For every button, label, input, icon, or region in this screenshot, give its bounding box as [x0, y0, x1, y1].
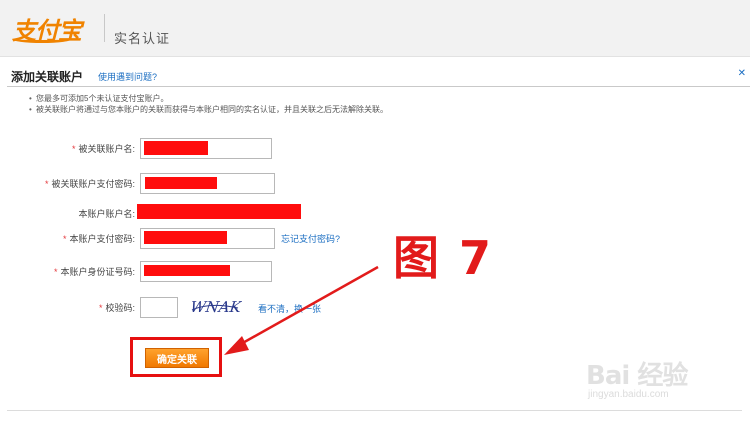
close-icon[interactable]: ✕ [738, 68, 746, 79]
field-row-linked-account-password: * 被关联账户支付密码: [0, 173, 743, 195]
captcha-image: WNAK [190, 298, 242, 316]
notes-list: 您最多可添加5个未认证支付宝账户。 被关联账户将通过与您本账户的关联而获得与本账… [29, 93, 729, 115]
redaction-mark [145, 177, 217, 189]
field-row-id-number: * 本账户身份证号码: [0, 261, 743, 283]
note-item: 您最多可添加5个未认证支付宝账户。 [29, 93, 729, 104]
note-item: 被关联账户将通过与您本账户的关联而获得与本账户相同的实名认证，并且关联之后无法解… [29, 104, 729, 115]
watermark-main: Bai 经验 [586, 361, 688, 391]
field-label: * 被关联账户名: [71, 144, 135, 154]
forgot-password-link[interactable]: 忘记支付密码? [281, 232, 340, 245]
logo-swoosh [12, 35, 72, 43]
header-divider [104, 14, 105, 42]
field-row-own-account-password: * 本账户支付密码: [0, 228, 743, 250]
submit-highlight-box: 确定关联 [130, 337, 222, 377]
field-label: * 被关联账户支付密码: [44, 179, 135, 189]
help-link[interactable]: 使用遇到问题? [98, 70, 157, 83]
figure-label: 图 7 [393, 231, 494, 285]
field-label: * 本账户身份证号码: [53, 267, 135, 277]
captcha-refresh-link[interactable]: 看不清，换一张 [258, 302, 321, 315]
field-label: * 本账户支付密码: [62, 234, 135, 244]
alipay-logo[interactable]: 支付宝 [12, 13, 82, 45]
dialog-title: 添加关联账户 [11, 70, 84, 84]
redaction-mark [144, 231, 227, 244]
redaction-mark [144, 141, 208, 155]
field-label: * 校验码: [98, 303, 135, 313]
field-row-captcha: * 校验码: [0, 297, 743, 319]
redaction-mark [144, 265, 230, 276]
page-subtitle: 实名认证 [114, 31, 171, 46]
field-label: 本账户账户名: [78, 209, 135, 219]
own-account-name-value [137, 204, 301, 219]
dialog-header: 添加关联账户 使用遇到问题? ✕ [7, 63, 750, 87]
top-bar: 支付宝 实名认证 [0, 0, 750, 57]
captcha-input[interactable] [140, 297, 178, 318]
baidu-watermark: Bai 经验 jingyan.baidu.com [586, 343, 746, 413]
field-row-linked-account-name: * 被关联账户名: [0, 138, 743, 160]
confirm-link-button[interactable]: 确定关联 [145, 348, 209, 368]
watermark-sub: jingyan.baidu.com [588, 389, 669, 400]
field-row-own-account-name: 本账户账户名: [0, 203, 743, 225]
